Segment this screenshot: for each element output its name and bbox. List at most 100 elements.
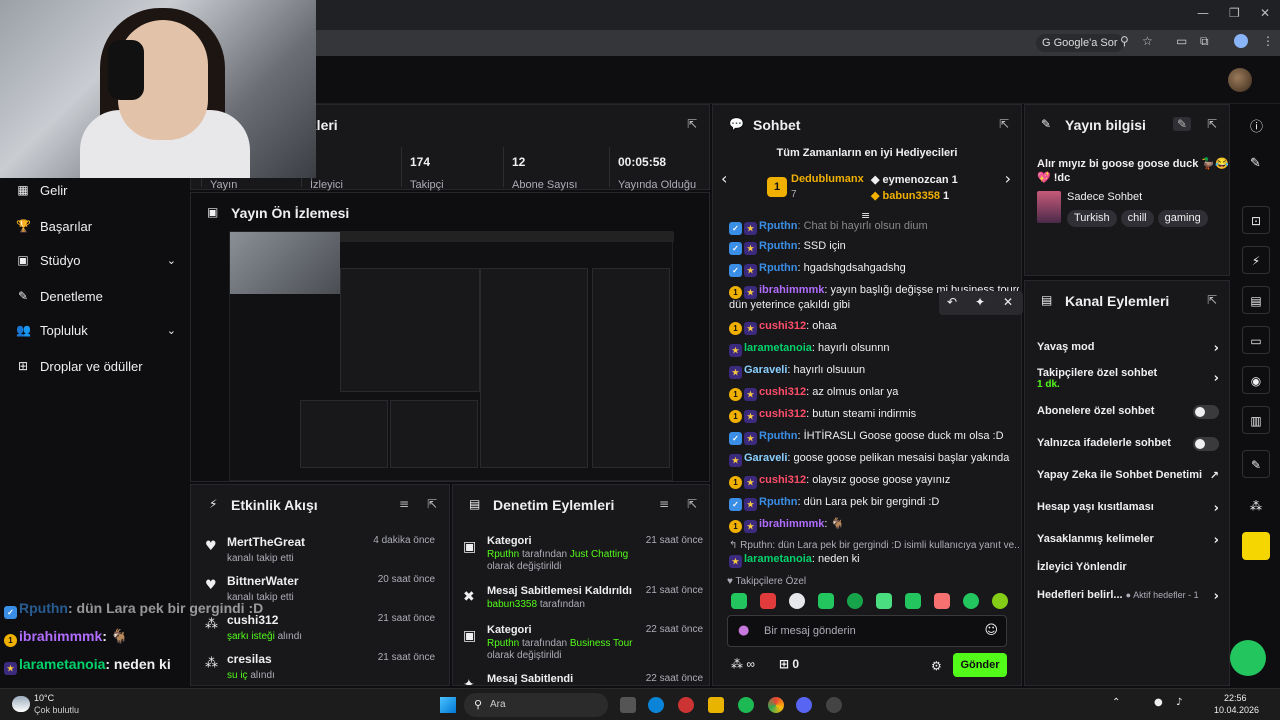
settings-gear-icon[interactable]: ⚙ (931, 659, 942, 673)
taskbar-search[interactable]: ⚲ Ara (464, 693, 608, 717)
chrome-icon[interactable] (768, 697, 784, 713)
edit-pencil-icon[interactable]: ✎ (1172, 117, 1191, 131)
google-ask-button[interactable]: G Google'a Sor (1036, 34, 1124, 52)
close-icon[interactable]: ✕ (1260, 6, 1270, 20)
volume-icon[interactable]: ♪ (1176, 697, 1182, 708)
emote-icon[interactable] (963, 593, 979, 609)
chat-username[interactable]: cushi312 (759, 320, 806, 332)
address-bar[interactable] (316, 30, 1280, 56)
emote-only-toggle[interactable] (1193, 437, 1219, 451)
clock-date[interactable]: 10.04.2026 (1214, 705, 1259, 715)
chat-username[interactable]: Rputhn (759, 240, 797, 252)
goals-row[interactable]: Hedefleri belirl... ● Aktif hedefler - 1… (1037, 589, 1219, 604)
windows-start-icon[interactable] (440, 697, 456, 713)
cast-icon[interactable]: ▭ (1176, 34, 1187, 48)
avatar[interactable] (1228, 68, 1252, 92)
sticker-icon[interactable] (1242, 532, 1270, 560)
popout-icon[interactable]: ⇱ (687, 117, 697, 131)
popout-icon[interactable]: ⇱ (1207, 293, 1217, 307)
emote-icon[interactable] (731, 593, 747, 609)
sidebar-item-denetleme[interactable]: ✎ Denetleme (16, 286, 176, 306)
sidebar-item-gelir[interactable]: ▦ Gelir (16, 180, 176, 200)
obs-icon[interactable] (826, 697, 842, 713)
chevron-right-icon[interactable]: › (1005, 169, 1011, 188)
sidebar-item-studyo[interactable]: ▣ Stüdyo ⌄ (16, 250, 176, 270)
profile-icon[interactable] (1234, 34, 1248, 48)
stream-category[interactable]: Sadece Sohbet (1067, 191, 1142, 203)
support-chat-icon[interactable] (1230, 640, 1266, 676)
chat-username[interactable]: Garaveli (744, 452, 787, 464)
followers-only-row[interactable]: Takipçilere özel sohbet › 1 dk. (1037, 367, 1219, 390)
stream-preview-video[interactable] (229, 231, 674, 481)
info-icon[interactable]: ⓘ (1250, 116, 1263, 135)
clip-icon[interactable]: ⊡ (1242, 206, 1270, 234)
file-explorer-icon[interactable] (708, 697, 724, 713)
minimize-icon[interactable]: — (1197, 6, 1209, 20)
top-gifter-1[interactable]: Dedublumanx (791, 173, 864, 185)
broadcast-icon[interactable]: ◉ (1242, 366, 1270, 394)
popout-icon[interactable]: ⇱ (999, 117, 1009, 131)
account-age-row[interactable]: Hesap yaşı kısıtlaması › (1037, 501, 1219, 516)
emote-icon[interactable] (992, 593, 1008, 609)
popout-icon[interactable]: ⇱ (687, 497, 697, 511)
filter-icon[interactable]: ≡ (399, 497, 409, 511)
emoji-icon[interactable]: ☺ (984, 623, 998, 638)
inbox-icon[interactable]: ▥ (1242, 406, 1270, 434)
chat-username[interactable]: cushi312 (759, 474, 806, 486)
tag-chip[interactable]: chill (1120, 210, 1154, 227)
mod-user[interactable]: Rputhn (487, 638, 519, 649)
app-icon[interactable] (678, 697, 694, 713)
emote-icon[interactable] (876, 593, 892, 609)
mic-icon[interactable]: ● (738, 623, 749, 638)
chevron-left-icon[interactable]: ‹ (721, 169, 727, 188)
emote-icon[interactable] (847, 593, 863, 609)
edit-pencil-icon[interactable]: ✎ (1250, 156, 1261, 171)
chat-input[interactable]: ● Bir mesaj gönderin ☺ (727, 615, 1007, 647)
emote-icon[interactable] (760, 593, 776, 609)
chat-username[interactable]: cushi312 (759, 408, 806, 420)
delete-icon[interactable]: ✕ (1003, 295, 1013, 309)
maximize-icon[interactable]: ❐ (1229, 6, 1240, 20)
emote-icon[interactable] (818, 593, 834, 609)
chat-username[interactable]: Rputhn (759, 262, 797, 274)
chat-username[interactable]: ibrahimmmk (759, 518, 824, 530)
tray-chevron-icon[interactable]: ⌃ (1112, 697, 1120, 708)
mod-user[interactable]: babun3358 (487, 599, 537, 610)
emote-icon[interactable] (789, 593, 805, 609)
category-thumbnail[interactable] (1037, 191, 1061, 223)
points-icon[interactable]: ⁂ (1242, 492, 1270, 520)
chat-username[interactable]: Rputhn (759, 496, 797, 508)
emote-icon[interactable] (905, 593, 921, 609)
pin-icon[interactable]: ✦ (975, 295, 985, 309)
chat-username[interactable]: Garaveli (744, 364, 787, 376)
slow-mode-row[interactable]: Yavaş mod › (1037, 341, 1219, 356)
activity-user[interactable]: MertTheGreat (227, 535, 305, 549)
chat-username[interactable]: Rputhn (759, 220, 797, 232)
chat-bubble-icon[interactable]: ▭ (1242, 326, 1270, 354)
chat-username[interactable]: Rputhn (759, 430, 797, 442)
mic-icon[interactable]: ● (1154, 697, 1163, 708)
mod-user[interactable]: Rputhn (487, 549, 519, 560)
chat-username[interactable]: larametanoia (744, 553, 812, 565)
zoom-icon[interactable]: ⚲ (1120, 34, 1129, 48)
send-button[interactable]: Gönder (953, 653, 1007, 677)
sidebar-item-basarilar[interactable]: 🏆 Başarılar (16, 216, 176, 236)
task-view-icon[interactable] (620, 697, 636, 713)
popout-icon[interactable]: ⇱ (427, 497, 437, 511)
sidebar-item-topluluk[interactable]: 👥 Topluluk ⌄ (16, 320, 176, 340)
popout-icon[interactable]: ⇱ (1207, 117, 1217, 131)
discord-icon[interactable] (796, 697, 812, 713)
filter-icon[interactable]: ≡ (659, 497, 669, 511)
emote-icon[interactable] (934, 593, 950, 609)
bookmark-star-icon[interactable]: ☆ (1142, 34, 1153, 48)
ai-moderation-row[interactable]: Yapay Zeka ile Sohbet Denetimi ↗ (1037, 469, 1219, 482)
activity-user[interactable]: cresilas (227, 652, 272, 666)
activity-user[interactable]: BittnerWater (227, 574, 299, 588)
sidebar-item-droplar[interactable]: ⊞ Droplar ve ödüller (16, 356, 176, 376)
chat-username[interactable]: cushi312 (759, 386, 806, 398)
extensions-icon[interactable]: ⧉ (1200, 34, 1209, 49)
document-icon[interactable]: ▤ (1242, 286, 1270, 314)
chat-username[interactable]: ibrahimmmk (759, 284, 824, 296)
spotify-icon[interactable] (738, 697, 754, 713)
raid-row[interactable]: İzleyici Yönlendir (1037, 561, 1219, 573)
